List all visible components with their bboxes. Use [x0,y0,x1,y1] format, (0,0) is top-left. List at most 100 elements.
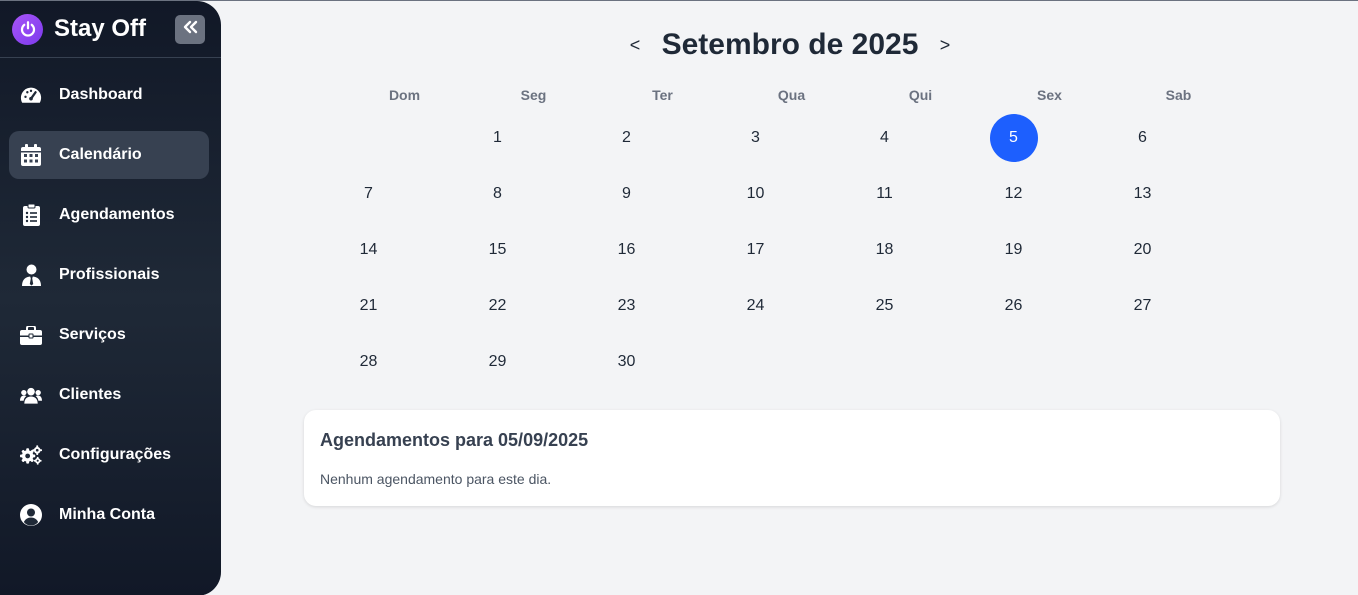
calendar-day[interactable]: 30 [562,338,691,394]
day-number: 7 [364,185,373,202]
calendar-day[interactable]: 20 [1078,226,1207,282]
calendar-day[interactable]: 28 [304,338,433,394]
sidebar-item-label: Minha Conta [59,506,155,523]
weekday-label: Dom [388,87,421,103]
appointments-empty-message: Nenhum agendamento para este dia. [320,471,552,487]
calendar-day[interactable]: 2 [562,114,691,170]
day-number: 23 [617,297,636,314]
day-number: 17 [746,241,765,258]
collapse-sidebar-button[interactable] [175,15,205,44]
day-number: 10 [746,185,765,202]
sidebar-item-minha-conta[interactable]: Minha Conta [9,491,209,539]
day-number: 2 [622,129,631,146]
calendar-day[interactable]: 17 [691,226,820,282]
appointments-title: Agendamentos para 05/09/2025 [320,430,589,450]
day-number: 8 [493,185,502,202]
day-number: 20 [1133,241,1152,258]
calendar-day[interactable]: 1 [433,114,562,170]
calendar-day[interactable]: 22 [433,282,562,338]
calendar-day[interactable]: 10 [691,170,820,226]
calendar-day[interactable]: 4 [820,114,949,170]
weekday-label: Qua [777,87,806,103]
calendar-day[interactable]: 6 [1078,114,1207,170]
sidebar-item-dashboard[interactable]: Dashboard [9,71,209,119]
day-number: 6 [1138,129,1147,146]
double-chevron-left-icon [182,20,198,39]
weekday-label: Ter [652,87,673,103]
empty-day-cell [304,114,433,170]
sidebar-item-label: Profissionais [59,266,160,283]
calendar-day[interactable]: 26 [949,282,1078,338]
power-icon [12,13,43,45]
day-number: 11 [876,185,893,202]
day-number: 29 [488,353,507,370]
next-month-button[interactable]: > [930,35,960,56]
sidebar-item-calendario[interactable]: Calendário [9,131,209,179]
calendar-day[interactable]: 16 [562,226,691,282]
weekday-header: Dom Seg Ter Qua Qui Sex Sab [340,87,1244,103]
calendar-day[interactable]: 19 [949,226,1078,282]
calendar-day[interactable]: 21 [304,282,433,338]
day-number: 30 [617,353,636,370]
calendar-day[interactable]: 15 [433,226,562,282]
appointments-card: Agendamentos para 05/09/2025 Nenhum agen… [304,410,1280,506]
calendar-day[interactable]: 24 [691,282,820,338]
day-number: 14 [359,241,378,258]
day-number: 26 [1004,297,1023,314]
calendar-day[interactable]: 13 [1078,170,1207,226]
day-number: 13 [1133,185,1152,202]
calendar-day-selected[interactable]: 5 [949,114,1078,170]
day-number: 16 [617,241,636,258]
calendar-day[interactable]: 7 [304,170,433,226]
calendar-day[interactable]: 27 [1078,282,1207,338]
day-number: 12 [1004,185,1023,202]
day-number: 9 [622,185,631,202]
day-number: 28 [359,353,378,370]
sidebar-item-clientes[interactable]: Clientes [9,371,209,419]
calendar-day[interactable]: 8 [433,170,562,226]
day-number: 5 [989,114,1038,162]
day-number: 25 [875,297,894,314]
sidebar-item-agendamentos[interactable]: Agendamentos [9,191,209,239]
sidebar-nav: Dashboard Calendário Agendamentos Profis… [9,71,209,551]
weekday-label: Sab [1165,87,1192,103]
sidebar-item-label: Serviços [59,326,126,343]
weekday-label: Qui [908,87,933,103]
sidebar-item-label: Clientes [59,386,122,403]
calendar-day[interactable]: 12 [949,170,1078,226]
calendar-day[interactable]: 9 [562,170,691,226]
calendar-day[interactable]: 14 [304,226,433,282]
sidebar-item-configuracoes[interactable]: Configurações [9,431,209,479]
gauge-icon [20,84,42,106]
gears-icon [20,444,42,466]
sidebar-item-label: Dashboard [59,86,143,103]
clipboard-icon [20,204,42,226]
month-header: < Setembro de 2025 > [620,21,960,69]
day-number: 15 [488,241,507,258]
day-number: 1 [493,129,502,146]
calendar-icon [20,144,42,166]
sidebar-item-label: Configurações [59,446,172,463]
day-number: 27 [1133,297,1152,314]
calendar-day[interactable]: 11 [820,170,949,226]
calendar-day[interactable]: 3 [691,114,820,170]
calendar-day[interactable]: 25 [820,282,949,338]
sidebar-item-profissionais[interactable]: Profissionais [9,251,209,299]
day-number: 4 [880,129,889,146]
month-title: Setembro de 2025 [661,28,919,61]
calendar-day[interactable]: 18 [820,226,949,282]
day-number: 18 [875,241,894,258]
weekday-label: Sex [1037,87,1062,103]
day-number: 22 [488,297,507,314]
calendar-day[interactable]: 29 [433,338,562,394]
day-number: 21 [359,297,378,314]
user-tie-icon [20,264,42,286]
sidebar-item-servicos[interactable]: Serviços [9,311,209,359]
prev-month-button[interactable]: < [620,35,650,56]
day-number: 3 [751,129,760,146]
sidebar-item-label: Agendamentos [59,206,175,223]
sidebar-item-label: Calendário [59,146,142,163]
day-number: 24 [746,297,765,314]
brand-name: Stay Off [54,15,147,42]
calendar-day[interactable]: 23 [562,282,691,338]
